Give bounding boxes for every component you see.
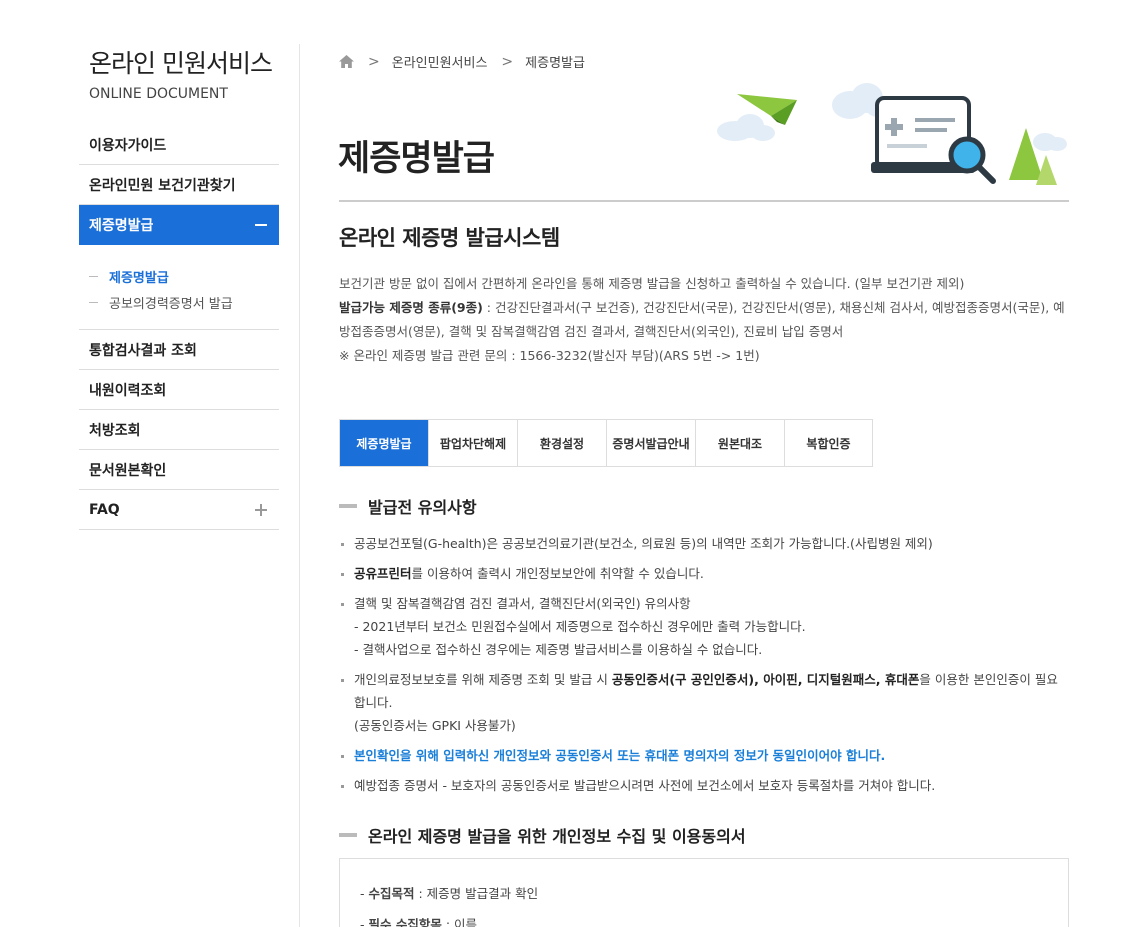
- list-item-subline: - 2021년부터 보건소 민원접수실에서 제증명으로 접수하신 경우에만 출력…: [354, 619, 806, 634]
- list-item: 공유프린터를 이용하여 출력시 개인정보보안에 취약할 수 있습니다.: [339, 562, 1069, 585]
- sidebar-subtitle: ONLINE DOCUMENT: [89, 86, 228, 102]
- notice-heading: 발급전 유의사항: [339, 494, 477, 518]
- list-item: 결핵 및 잠복결핵감염 검진 결과서, 결핵진단서(외국인) 유의사항 - 20…: [339, 592, 1069, 661]
- list-item-text: 결핵 및 잠복결핵감염 검진 결과서, 결핵진단서(외국인) 유의사항: [354, 596, 691, 611]
- tab-combined-auth[interactable]: 복합인증: [784, 420, 872, 466]
- breadcrumb-item[interactable]: 제증명발급: [525, 52, 585, 71]
- certificate-types-label: 발급가능 제증명 종류(9종): [339, 300, 483, 315]
- tab-issuance-guide[interactable]: 증명서발급안내: [606, 420, 695, 466]
- tab-popup-unblock[interactable]: 팝업차단해제: [428, 420, 517, 466]
- list-item-bold: 공동인증서(구 공인인증서), 아이핀, 디지털원패스, 휴대폰: [611, 672, 920, 687]
- tab-bar: 제증명발급 팝업차단해제 환경설정 증명서발급안내 원본대조 복합인증: [339, 419, 873, 467]
- sidebar-item-label: 문서원본확인: [89, 462, 167, 479]
- consent-purpose-value: : 제증명 발급결과 확인: [414, 886, 539, 901]
- section-title: 온라인 제증명 발급시스템: [339, 226, 560, 250]
- sidebar-item-label: 이용자가이드: [89, 137, 167, 154]
- intro-line: 보건기관 방문 없이 집에서 간편하게 온라인을 통해 제증명 발급을 신청하고…: [339, 276, 965, 291]
- plus-icon[interactable]: [255, 503, 267, 516]
- consent-purpose: - 수집목적 : 제증명 발급결과 확인: [360, 886, 539, 901]
- title-divider: [339, 200, 1069, 202]
- submenu-item-career-certificate[interactable]: 공보의경력증명서 발급: [89, 289, 279, 315]
- sidebar-item-label: FAQ: [89, 501, 120, 518]
- sidebar-item-label: 제증명발급: [89, 218, 154, 234]
- chevron-right-icon: >: [501, 53, 514, 70]
- sidebar-item-label: 온라인민원 보건기관찾기: [89, 177, 236, 194]
- list-item-subline: - 결핵사업으로 접수하신 경우에는 제증명 발급서비스를 이용하실 수 없습니…: [354, 642, 763, 657]
- list-item-text: 개인의료정보보호를 위해 제증명 조회 및 발급 시: [354, 672, 612, 687]
- breadcrumb-item[interactable]: 온라인민원서비스: [392, 52, 488, 71]
- sidebar-item-document-verify[interactable]: 문서원본확인: [79, 450, 279, 490]
- sidebar-item-label: 처방조회: [89, 422, 141, 439]
- list-item: 공공보건포털(G-health)은 공공보건의료기관(보건소, 의료원 등)의 …: [339, 532, 1069, 555]
- sidebar-item-user-guide[interactable]: 이용자가이드: [79, 125, 279, 165]
- sidebar-item-label: 내원이력조회: [89, 382, 167, 399]
- sidebar-menu: 이용자가이드 온라인민원 보건기관찾기 제증명발급 제증명발급 공보의경력증명서…: [79, 125, 279, 530]
- sidebar-item-prescription[interactable]: 처방조회: [79, 410, 279, 450]
- sidebar-item-test-results[interactable]: 통합검사결과 조회: [79, 330, 279, 370]
- tab-certificate[interactable]: 제증명발급: [340, 420, 428, 466]
- consent-purpose-label: 수집목적: [368, 886, 415, 901]
- consent-items: - 필수 수집항목 : 이름: [360, 914, 1048, 927]
- consent-items-value: : 이름: [441, 917, 478, 927]
- list-item: 예방접종 증명서 - 보호자의 공동인증서로 발급받으시려면 사전에 보건소에서…: [339, 774, 1069, 797]
- sidebar-item-label: 통합검사결과 조회: [89, 342, 197, 359]
- consent-items-label: 필수 수집항목: [368, 917, 442, 927]
- sidebar-item-visit-history[interactable]: 내원이력조회: [79, 370, 279, 410]
- sidebar-item-find-agency[interactable]: 온라인민원 보건기관찾기: [79, 165, 279, 205]
- document-search-illustration: [717, 83, 1067, 185]
- sidebar-item-faq[interactable]: FAQ: [79, 490, 279, 530]
- list-item-highlight: 본인확인을 위해 입력하신 개인정보와 공동인증서 또는 휴대폰 명의자의 정보…: [339, 744, 1069, 767]
- sidebar-item-certificate[interactable]: 제증명발급: [79, 205, 279, 245]
- consent-box: - 수집목적 : 제증명 발급결과 확인 - 필수 수집항목 : 이름: [339, 858, 1069, 927]
- cloud-icon: [1033, 133, 1067, 151]
- minus-icon[interactable]: [255, 224, 267, 226]
- contact-info: ※ 온라인 제증명 발급 관련 문의 : 1566-3232(발신자 부담)(A…: [339, 348, 760, 363]
- submenu-item-certificate[interactable]: 제증명발급: [89, 263, 279, 289]
- magnifier-icon: [948, 136, 996, 184]
- intro-text: 보건기관 방문 없이 집에서 간편하게 온라인을 통해 제증명 발급을 신청하고…: [339, 272, 1069, 368]
- home-icon[interactable]: [339, 55, 354, 68]
- list-item: 개인의료정보보호를 위해 제증명 조회 및 발급 시 공동인증서(구 공인인증서…: [339, 668, 1069, 737]
- notice-list: 공공보건포털(G-health)은 공공보건의료기관(보건소, 의료원 등)의 …: [339, 532, 1069, 804]
- consent-heading: 온라인 제증명 발급을 위한 개인정보 수집 및 이용동의서: [339, 823, 746, 847]
- column-divider: [299, 44, 300, 927]
- sidebar-submenu: 제증명발급 공보의경력증명서 발급: [79, 245, 279, 330]
- list-item-bold: 공유프린터: [354, 566, 412, 581]
- list-item-subline: (공동인증서는 GPKI 사용불가): [354, 718, 516, 733]
- page-title: 제증명발급: [338, 139, 495, 179]
- certificate-types: 발급가능 제증명 종류(9종) : 건강진단결과서(구 보건증), 건강진단서(…: [339, 296, 1069, 344]
- breadcrumb: > 온라인민원서비스 > 제증명발급: [339, 52, 585, 71]
- tab-original-check[interactable]: 원본대조: [695, 420, 784, 466]
- cloud-icon: [717, 114, 775, 141]
- chevron-right-icon: >: [368, 53, 380, 70]
- tab-settings[interactable]: 환경설정: [517, 420, 606, 466]
- list-item-text: 를 이용하여 출력시 개인정보보안에 취약할 수 있습니다.: [411, 566, 704, 581]
- sidebar-title: 온라인 민원서비스: [89, 49, 273, 78]
